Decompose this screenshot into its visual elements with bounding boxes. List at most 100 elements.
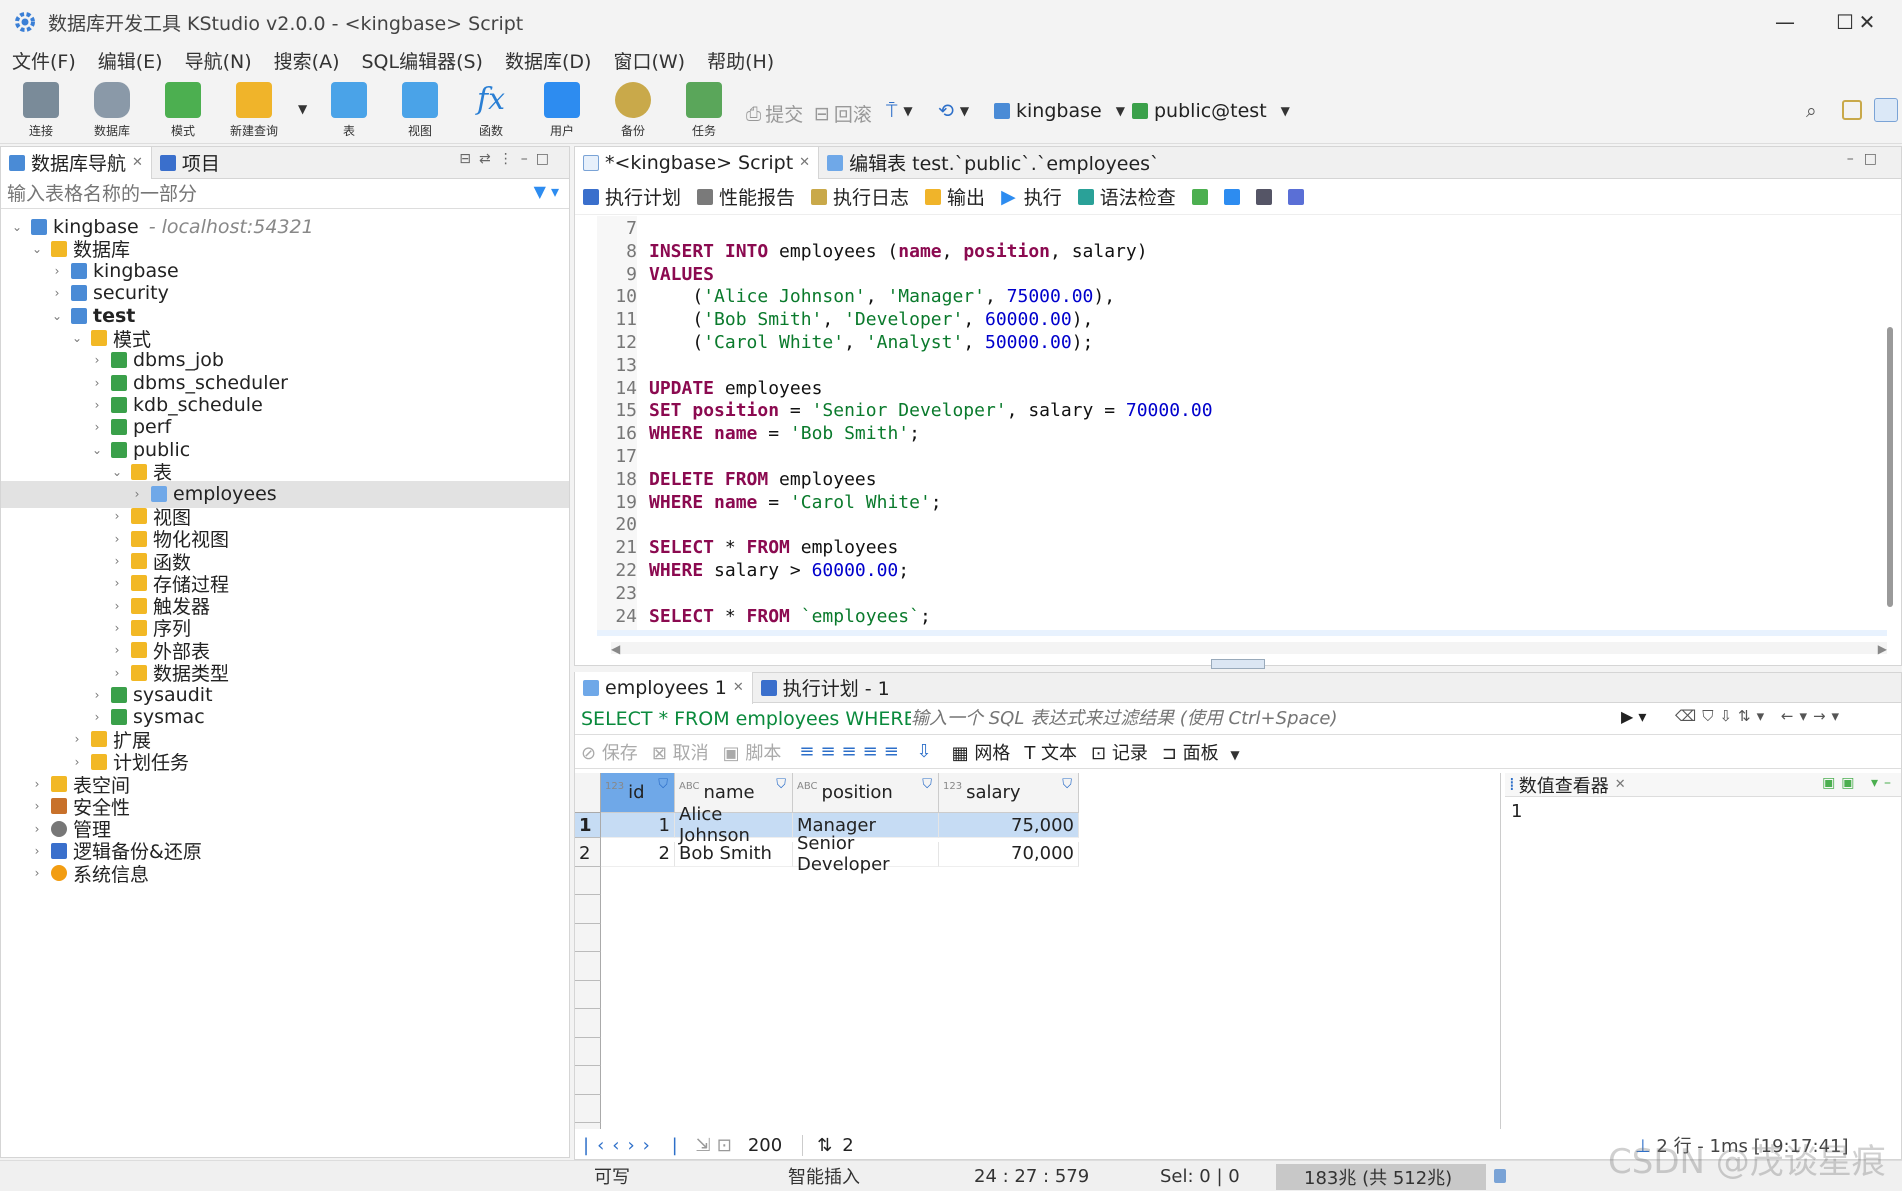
schema-selector[interactable]: public@test ▼ <box>1132 100 1290 122</box>
tab-employees-result[interactable]: employees 1 ✕ <box>575 671 753 704</box>
expand-arrow-icon[interactable]: ⌄ <box>89 443 105 457</box>
column-filter-icon[interactable]: ⛉ <box>1062 777 1072 792</box>
fetch-icons[interactable]: ⇲⊡ <box>696 1135 738 1156</box>
menu-sql-editor[interactable]: SQL编辑器(S) <box>361 47 483 74</box>
close-icon[interactable]: ✕ <box>1615 777 1626 792</box>
result-filter-input[interactable] <box>911 705 1631 732</box>
expand-arrow-icon[interactable]: ⌄ <box>49 309 65 323</box>
navigator-view-controls[interactable]: ⊟⇄⋮–□ <box>459 151 557 167</box>
expand-arrow-icon[interactable]: › <box>29 777 45 791</box>
performance-report-button[interactable]: 性能报告 <box>697 183 795 210</box>
expand-arrow-icon[interactable]: › <box>109 532 125 546</box>
menu-help[interactable]: 帮助(H) <box>707 47 774 74</box>
expand-arrow-icon[interactable]: ⌄ <box>69 331 85 345</box>
expand-arrow-icon[interactable]: › <box>109 621 125 635</box>
row-number[interactable] <box>575 1069 601 1095</box>
filter-icon[interactable]: ▼ ▾ <box>534 182 559 201</box>
row-number[interactable]: 1 <box>575 813 601 838</box>
expand-arrow-icon[interactable]: › <box>89 376 105 390</box>
syntax-check-button[interactable]: 语法检查 <box>1077 183 1176 210</box>
expand-arrow-icon[interactable]: › <box>89 353 105 367</box>
expand-arrow-icon[interactable]: ⌄ <box>9 220 25 234</box>
filter-tools-icon[interactable]: ⌫⛉⇩⇅▾ ←▾→▾ <box>1675 707 1845 725</box>
save-button[interactable]: ⊘ 保存 <box>581 739 638 765</box>
close-icon[interactable]: ✕ <box>799 155 810 170</box>
expand-arrow-icon[interactable]: › <box>109 554 125 568</box>
row-number[interactable] <box>575 898 601 924</box>
function-button[interactable]: fx 函数 <box>462 82 520 139</box>
horizontal-scrollbar[interactable]: ◀ ▶ <box>611 642 1887 656</box>
task-button[interactable]: 任务 <box>675 82 733 139</box>
script-button[interactable]: ▣ 脚本 <box>723 739 782 765</box>
apply-filter-icon[interactable]: ▶ ▾ <box>1621 707 1646 726</box>
layout-icon[interactable] <box>1255 188 1272 205</box>
format-icon[interactable] <box>1223 188 1240 205</box>
column-header-id[interactable]: 123 id ⛉ <box>601 773 675 813</box>
expand-arrow-icon[interactable]: › <box>129 487 145 501</box>
schema-button[interactable]: 模式 <box>154 82 212 139</box>
column-header-salary[interactable]: 123 salary ⛉ <box>939 773 1079 813</box>
row-number[interactable] <box>575 1041 601 1066</box>
tab-projects[interactable]: 项目 <box>152 147 228 179</box>
expand-arrow-icon[interactable]: › <box>109 576 125 590</box>
expand-arrow-icon[interactable]: › <box>89 398 105 412</box>
edit-icon[interactable] <box>1287 188 1304 205</box>
grid-cell[interactable]: 1 <box>601 813 675 838</box>
column-filter-icon[interactable]: ⛉ <box>776 777 786 792</box>
panel-button[interactable]: ⊐ 面板 ▼ <box>1162 739 1240 765</box>
row-number[interactable] <box>575 927 601 952</box>
value-viewer-tools-icon[interactable]: ▣▣ ▾– <box>1822 775 1897 791</box>
grid-cell[interactable]: Senior Developer <box>793 833 939 875</box>
sash-handle[interactable] <box>1211 659 1265 669</box>
expand-arrow-icon[interactable]: › <box>109 509 125 523</box>
transaction-mode-button[interactable]: ⍑ ▼ <box>886 100 913 122</box>
new-query-dropdown-icon[interactable]: ▼ <box>298 102 307 116</box>
expand-arrow-icon[interactable]: › <box>49 286 65 300</box>
output-button[interactable]: 输出 <box>925 183 985 210</box>
grid-cell[interactable]: 70,000 <box>939 841 1079 867</box>
connection-selector[interactable]: kingbase ▼ <box>994 100 1125 122</box>
tree-node[interactable]: › 系统信息 <box>29 860 149 887</box>
grid-button[interactable]: ▦ 网格 <box>952 739 1011 765</box>
expand-arrow-icon[interactable]: › <box>29 822 45 836</box>
row-number[interactable] <box>575 955 601 981</box>
fetch-size-input[interactable]: 200 <box>748 1134 804 1156</box>
new-query-button[interactable]: 新建查询 <box>225 82 283 139</box>
expand-arrow-icon[interactable]: › <box>29 844 45 858</box>
column-filter-icon[interactable]: ⛉ <box>922 777 932 792</box>
menu-navigate[interactable]: 导航(N) <box>185 47 252 74</box>
menu-edit[interactable]: 编辑(E) <box>98 47 163 74</box>
expand-arrow-icon[interactable]: › <box>89 420 105 434</box>
tree-node[interactable]: › employees <box>1 480 569 508</box>
column-filter-icon[interactable]: ⛉ <box>658 777 668 792</box>
grid-cell[interactable]: 2 <box>601 841 675 867</box>
tab-edit-table[interactable]: 编辑表 test.`public`.`employees` <box>819 147 1167 179</box>
row-number[interactable] <box>575 1012 601 1038</box>
grid-cell[interactable]: 75,000 <box>939 813 1079 838</box>
commit-button[interactable]: ⎙ 提交 <box>746 100 803 127</box>
expand-arrow-icon[interactable]: › <box>49 264 65 278</box>
column-header-position[interactable]: ABC position ⛉ <box>793 773 939 813</box>
export-icon[interactable] <box>1191 188 1208 205</box>
garbage-collect-icon[interactable] <box>1494 1169 1506 1183</box>
perspective-icon[interactable] <box>1842 100 1862 120</box>
expand-arrow-icon[interactable]: › <box>89 688 105 702</box>
cancel-button[interactable]: ⊠ 取消 <box>652 739 709 765</box>
menu-database[interactable]: 数据库(D) <box>505 47 591 74</box>
database-button[interactable]: 数据库 <box>83 82 141 139</box>
memory-indicator[interactable]: 183兆 (共 512兆) <box>1276 1164 1486 1190</box>
vertical-scrollbar[interactable] <box>1887 327 1893 607</box>
execution-log-button[interactable]: 执行日志 <box>811 183 909 210</box>
expand-arrow-icon[interactable]: › <box>109 666 125 680</box>
tab-script[interactable]: *<kingbase> Script ✕ <box>575 146 820 179</box>
record-button[interactable]: ⊡ 记录 <box>1091 739 1148 765</box>
text-button[interactable]: T 文本 <box>1024 739 1077 765</box>
menu-search[interactable]: 搜索(A) <box>274 47 340 74</box>
kstudio-perspective-icon[interactable] <box>1874 98 1898 122</box>
table-button[interactable]: 表 <box>320 82 378 139</box>
grid-cell[interactable]: Alice Johnson <box>675 804 793 846</box>
rollback-button[interactable]: ⊟ 回滚 <box>814 100 872 127</box>
row-number[interactable] <box>575 1098 601 1123</box>
grid-cell[interactable]: Bob Smith <box>675 841 793 867</box>
expand-arrow-icon[interactable]: › <box>29 866 45 880</box>
